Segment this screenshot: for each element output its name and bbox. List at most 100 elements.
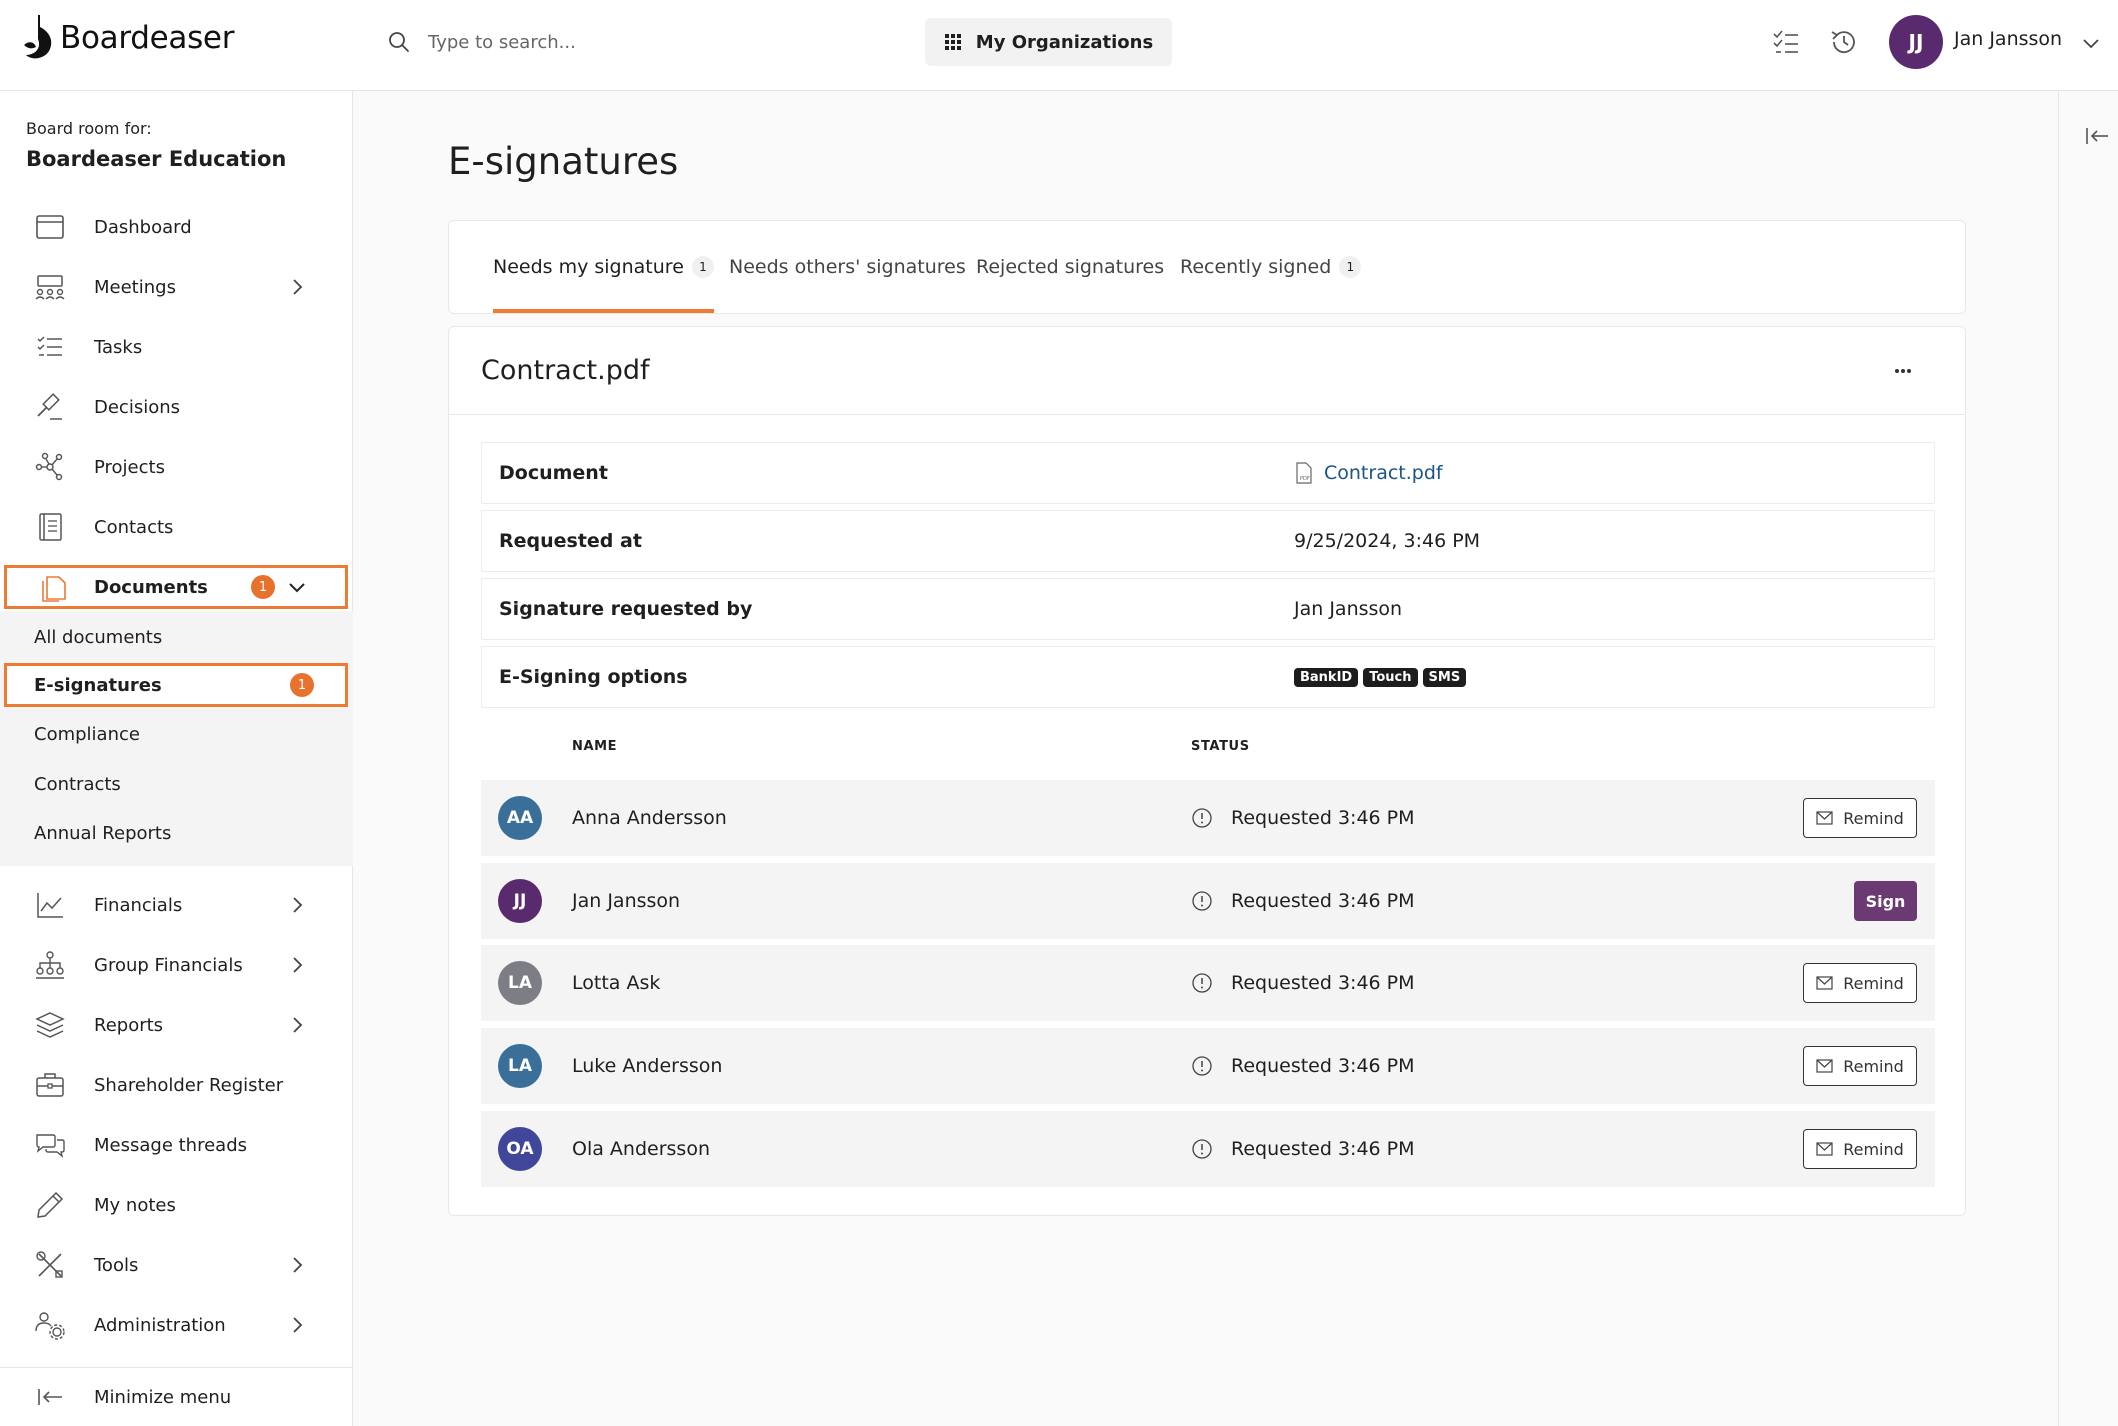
sidebar-subitem-e-signatures[interactable]: E-signatures 1 [4, 663, 348, 707]
tab-rejected-signatures[interactable]: Rejected signatures [976, 221, 1164, 313]
board-name[interactable]: Boardeaser Education [26, 147, 286, 171]
document-signature-card: Contract.pdf Document PDF Contract.pdf R… [448, 326, 1966, 1216]
sidebar-item-label: Message threads [94, 1134, 247, 1156]
signer-row: LA Lotta Ask Requested 3:46 PM Remind [481, 945, 1935, 1021]
sidebar-subitem-contracts[interactable]: Contracts [0, 762, 353, 806]
clock-alert-icon [1192, 808, 1212, 828]
sidebar-item-label: Administration [94, 1314, 226, 1336]
signer-status: Requested 3:46 PM [1231, 1138, 1415, 1160]
remind-label: Remind [1843, 808, 1904, 828]
remind-button[interactable]: Remind [1803, 963, 1917, 1003]
sidebar-item-tasks[interactable]: Tasks [0, 321, 353, 373]
esignatures-count-badge: 1 [290, 673, 314, 697]
sidebar-item-shareholder-register[interactable]: Shareholder Register [0, 1059, 353, 1111]
sign-button[interactable]: Sign [1854, 881, 1917, 921]
signer-name: Lotta Ask [572, 972, 661, 994]
sidebar-item-administration[interactable]: Administration [0, 1299, 353, 1351]
logo[interactable]: Boardeaser [24, 14, 234, 62]
calendar-icon [36, 215, 64, 239]
sidebar: Board room for: Boardeaser Education Das… [0, 91, 353, 1426]
tab-label: Recently signed [1180, 256, 1332, 278]
sidebar-item-projects[interactable]: Projects [0, 441, 353, 493]
sidebar-item-contacts[interactable]: Contacts [0, 501, 353, 553]
tab-needs-my-signature[interactable]: Needs my signature 1 [493, 221, 714, 313]
logo-icon [24, 15, 52, 59]
board-room-label: Board room for: [26, 119, 152, 138]
info-label: E-Signing options [499, 666, 688, 688]
sidebar-item-reports[interactable]: Reports [0, 999, 353, 1051]
document-link[interactable]: Contract.pdf [1324, 462, 1443, 484]
card-divider [449, 414, 1965, 415]
sidebar-subitem-annual-reports[interactable]: Annual Reports [0, 811, 353, 855]
user-name[interactable]: Jan Jansson [1954, 28, 2062, 50]
search-icon [389, 32, 409, 52]
sidebar-item-label: Projects [94, 456, 165, 478]
info-value: PDF Contract.pdf [1294, 443, 1443, 503]
users-gear-icon [35, 1312, 65, 1340]
signing-option-badge: BankID [1294, 667, 1359, 687]
info-row-document: Document PDF Contract.pdf [481, 442, 1935, 504]
info-label: Requested at [499, 530, 642, 552]
signer-status: Requested 3:46 PM [1231, 1055, 1415, 1077]
collapse-panel-icon[interactable] [2084, 124, 2110, 148]
chevron-down-icon[interactable] [2080, 32, 2102, 54]
tab-recently-signed[interactable]: Recently signed 1 [1180, 221, 1362, 313]
sidebar-item-tools[interactable]: Tools [0, 1239, 353, 1291]
sidebar-item-group-financials[interactable]: Group Financials [0, 939, 353, 991]
my-organizations-button[interactable]: My Organizations [925, 18, 1172, 66]
remind-button[interactable]: Remind [1803, 1046, 1917, 1086]
column-header-name: NAME [572, 739, 618, 754]
documents-icon [42, 576, 66, 602]
more-options-icon[interactable] [1889, 357, 1917, 385]
sidebar-subitem-all-documents[interactable]: All documents [0, 615, 353, 659]
sidebar-subitem-label: Compliance [34, 723, 140, 745]
svg-text:PDF: PDF [1300, 476, 1310, 482]
sidebar-item-label: Reports [94, 1014, 164, 1036]
sidebar-item-financials[interactable]: Financials [0, 879, 353, 931]
clock-alert-icon [1192, 1139, 1212, 1159]
search-input[interactable] [428, 31, 788, 53]
signer-avatar: AA [498, 796, 542, 840]
signer-status: Requested 3:46 PM [1231, 807, 1415, 829]
sidebar-item-label: Group Financials [94, 954, 243, 976]
search-bar[interactable] [388, 24, 808, 60]
gavel-icon [37, 393, 62, 420]
chevron-right-icon [293, 279, 303, 295]
sidebar-item-dashboard[interactable]: Dashboard [0, 201, 353, 253]
sidebar-item-documents[interactable]: Documents 1 [4, 565, 348, 609]
column-header-status: STATUS [1191, 739, 1250, 754]
signer-name: Luke Andersson [572, 1055, 723, 1077]
signing-options: BankID Touch SMS [1294, 647, 1471, 707]
remind-button[interactable]: Remind [1803, 1129, 1917, 1169]
remind-button[interactable]: Remind [1803, 798, 1917, 838]
history-icon[interactable] [1829, 27, 1859, 57]
signer-status: Requested 3:46 PM [1231, 972, 1415, 994]
remind-label: Remind [1843, 973, 1904, 993]
sidebar-item-my-notes[interactable]: My notes [0, 1179, 353, 1231]
tab-label: Needs my signature [493, 256, 684, 278]
tools-icon [36, 1251, 63, 1278]
chevron-right-icon [293, 1017, 303, 1033]
signer-row: LA Luke Andersson Requested 3:46 PM Remi… [481, 1028, 1935, 1104]
chevron-right-icon [293, 1257, 303, 1273]
task-list-icon[interactable] [1771, 27, 1801, 57]
remind-label: Remind [1843, 1056, 1904, 1076]
network-nodes-icon [35, 452, 63, 481]
info-value: 9/25/2024, 3:46 PM [1294, 530, 1481, 552]
signing-option-badge: Touch [1363, 667, 1418, 687]
tab-needs-others-signatures[interactable]: Needs others' signatures [729, 221, 966, 313]
sidebar-subitem-compliance[interactable]: Compliance [0, 712, 353, 756]
sidebar-subitem-label: E-signatures [34, 674, 162, 696]
chevron-right-icon [293, 1317, 303, 1333]
sidebar-item-message-threads[interactable]: Message threads [0, 1119, 353, 1171]
tab-label: Needs others' signatures [729, 256, 966, 278]
sidebar-item-decisions[interactable]: Decisions [0, 381, 353, 433]
envelope-icon [1816, 811, 1833, 825]
user-avatar[interactable]: JJ [1889, 15, 1943, 69]
sidebar-subitem-label: Annual Reports [34, 822, 172, 844]
signer-row: OA Ola Andersson Requested 3:46 PM Remin… [481, 1111, 1935, 1187]
sidebar-item-meetings[interactable]: Meetings [0, 261, 353, 313]
minimize-menu-button[interactable]: Minimize menu [0, 1371, 353, 1423]
signing-option-badge: SMS [1422, 667, 1467, 687]
signature-tabs: Needs my signature 1 Needs others' signa… [448, 220, 1966, 314]
